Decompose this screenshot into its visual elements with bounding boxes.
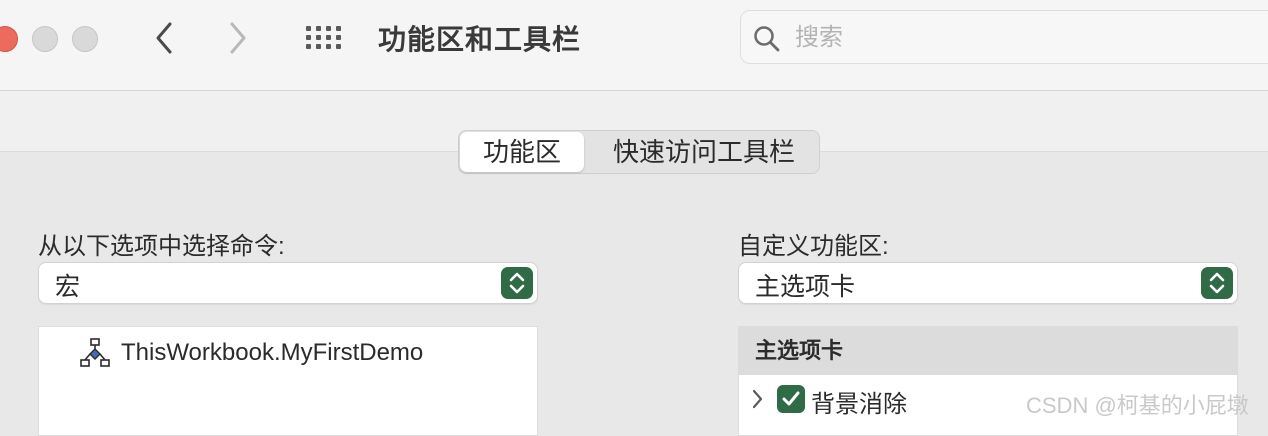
customize-ribbon-label: 自定义功能区: (738, 233, 889, 260)
chevron-left-icon (156, 22, 172, 54)
title-bar: 功能区和工具栏 (0, 0, 1268, 91)
tree-item-label: 背景消除 (811, 391, 907, 418)
choose-commands-label: 从以下选项中选择命令: (38, 233, 285, 260)
tab-ribbon[interactable]: 功能区 (460, 132, 584, 172)
commands-source-value: 宏 (55, 273, 81, 301)
window-title: 功能区和工具栏 (378, 24, 582, 55)
search-icon (753, 25, 781, 58)
commands-source-select[interactable]: 宏 (38, 262, 538, 304)
search-input[interactable] (793, 21, 1217, 55)
forward-button[interactable] (222, 20, 252, 56)
ribbon-tabs-value: 主选项卡 (755, 273, 856, 301)
tree-header: 主选项卡 (739, 327, 1237, 375)
checkmark-icon (782, 391, 800, 406)
select-stepper-icon (1201, 267, 1233, 299)
search-field[interactable] (740, 10, 1268, 64)
macro-icon (79, 337, 113, 374)
chevron-right-icon (230, 22, 246, 54)
close-window-button[interactable] (0, 26, 18, 52)
grid-icon (306, 26, 341, 49)
tree-item-checkbox[interactable] (777, 385, 805, 413)
watermark: CSDN @柯基的小屁墩 (1026, 393, 1249, 418)
list-item-label: ThisWorkbook.MyFirstDemo (121, 339, 424, 366)
commands-list: ThisWorkbook.MyFirstDemo (38, 326, 538, 436)
ribbon-tabs-select[interactable]: 主选项卡 (738, 262, 1238, 304)
back-button[interactable] (150, 20, 180, 56)
minimize-window-button[interactable] (32, 26, 58, 52)
tab-switcher: 功能区 快速访问工具栏 (458, 130, 820, 174)
tab-quick-access-toolbar[interactable]: 快速访问工具栏 (591, 132, 817, 172)
zoom-window-button[interactable] (72, 26, 98, 52)
chevron-right-icon[interactable] (749, 388, 765, 415)
select-stepper-icon (501, 267, 533, 299)
show-all-button[interactable] (304, 24, 344, 52)
